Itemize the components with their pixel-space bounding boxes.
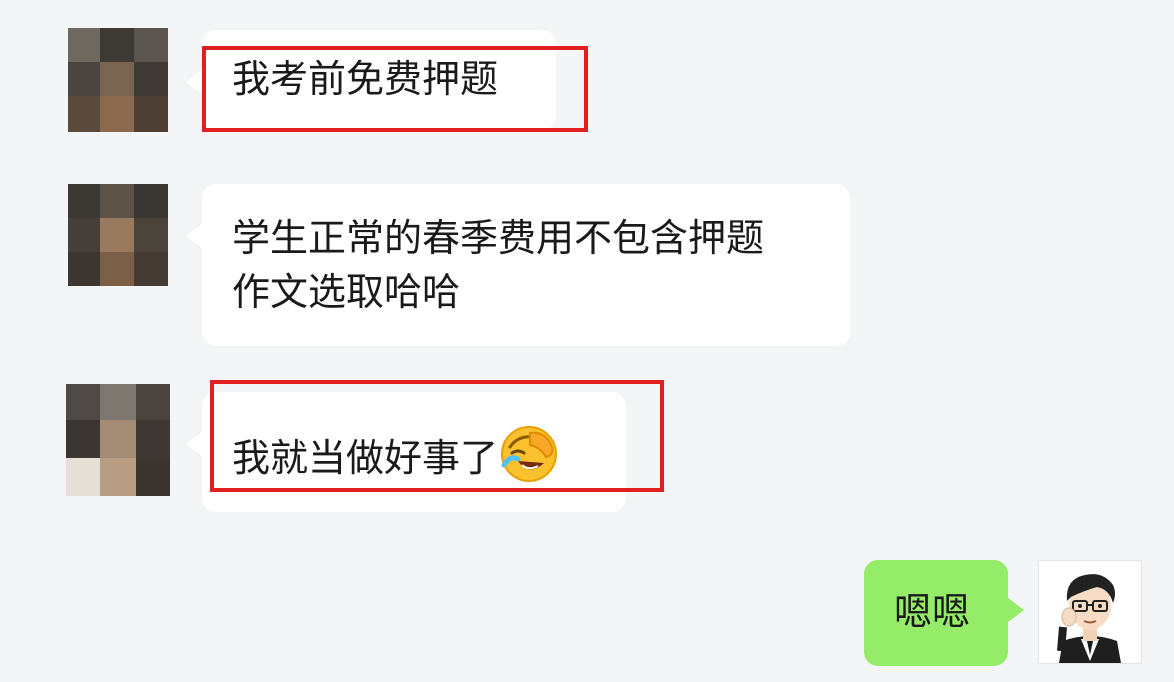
contact-avatar[interactable] [68, 184, 168, 286]
contact-avatar[interactable] [66, 384, 170, 496]
bubble-tail [1008, 598, 1024, 622]
message-bubble[interactable]: 我就当做好事了 [186, 392, 626, 512]
bubble-tail [186, 70, 202, 94]
my-avatar[interactable] [1038, 560, 1142, 664]
chat-area: 我考前免费押题 学生正常的春季费用不包含押题 作文选取哈哈 我就当做好事了 嗯嗯 [0, 0, 1174, 682]
bubble-tail [186, 432, 202, 456]
message-text: 我考前免费押题 [232, 57, 499, 101]
message-text-content: 我就当做好事了 [232, 436, 499, 480]
message-text: 我就当做好事了 [232, 425, 596, 485]
contact-avatar[interactable] [68, 28, 168, 132]
message-text: 学生正常的春季费用不包含押题 作文选取哈哈 [232, 216, 765, 314]
face-palm-laughing-emoji-icon [500, 425, 558, 483]
message-text: 嗯嗯 [894, 590, 971, 634]
message-bubble-outgoing[interactable]: 嗯嗯 [864, 560, 1024, 666]
cartoon-man-icon [1057, 574, 1121, 663]
message-bubble[interactable]: 我考前免费押题 [186, 30, 556, 130]
bubble-tail [186, 224, 202, 248]
message-bubble[interactable]: 学生正常的春季费用不包含押题 作文选取哈哈 [186, 184, 850, 346]
